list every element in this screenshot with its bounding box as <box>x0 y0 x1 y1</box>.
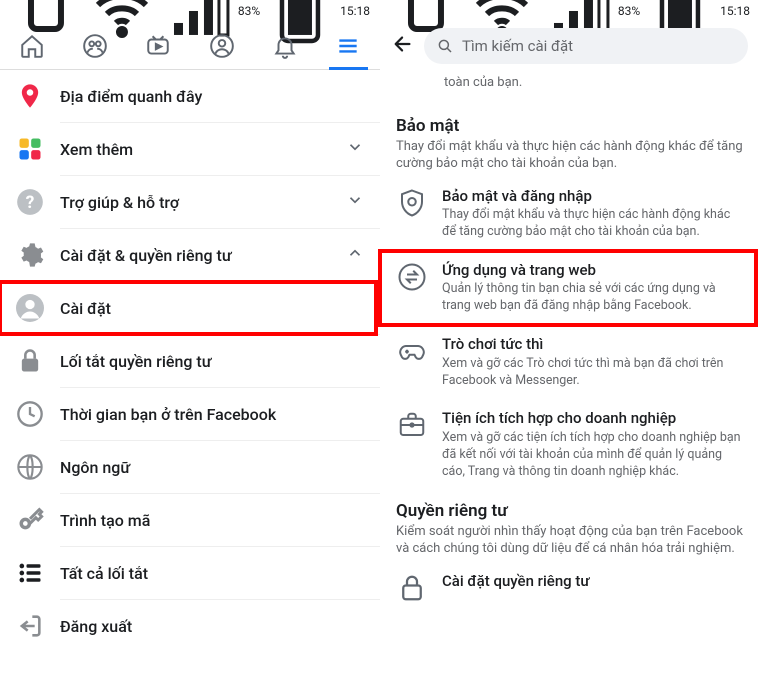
right-pane: 83% 15:18 Tìm kiếm cài đặt toàn của bạn.… <box>380 0 760 676</box>
menu-item-apps[interactable]: Xem thêm <box>0 123 380 175</box>
setting-row-title: Ứng dụng và trang web <box>442 261 744 281</box>
tab-watch[interactable] <box>127 22 190 69</box>
section-header: Bảo mậtThay đổi mật khẩu và thực hiện cá… <box>380 106 760 177</box>
menu-item-gear[interactable]: Cài đặt & quyền riêng tư <box>0 229 380 281</box>
battery-pct: 83% <box>618 4 640 18</box>
menu-item-clock[interactable]: Thời gian bạn ở trên Facebook <box>0 388 380 440</box>
lock-icon <box>16 347 44 375</box>
setting-row-lock2[interactable]: Cài đặt quyền riêng tư <box>380 562 760 614</box>
menu-item-key[interactable]: Trình tạo mã <box>0 494 380 546</box>
clock-time: 15:18 <box>720 4 750 18</box>
setting-row-title: Bảo mật và đăng nhập <box>442 187 744 207</box>
menu-item-label: Đăng xuất <box>60 617 364 636</box>
section-title: Quyền riêng tư <box>396 501 744 521</box>
logout-icon <box>16 612 44 640</box>
pin-icon <box>16 82 44 110</box>
setting-row-title: Cài đặt quyền riêng tư <box>442 572 744 592</box>
back-button[interactable] <box>392 33 414 59</box>
avatar-icon <box>16 294 44 322</box>
setting-row-shield[interactable]: Bảo mật và đăng nhậpThay đổi mật khẩu và… <box>380 177 760 251</box>
list-icon <box>16 559 44 587</box>
menu-item-lock[interactable]: Lối tắt quyền riêng tư <box>0 335 380 387</box>
swap-icon <box>396 261 428 293</box>
globe-icon <box>16 453 44 481</box>
search-input[interactable]: Tìm kiếm cài đặt <box>424 28 748 64</box>
chevron-down-icon <box>346 191 364 213</box>
setting-row-briefcase[interactable]: Tiện ích tích hợp cho doanh nghiệpXem và… <box>380 399 760 490</box>
search-placeholder: Tìm kiếm cài đặt <box>462 37 573 55</box>
gear-icon <box>16 241 44 269</box>
key-icon <box>16 506 44 534</box>
setting-row-title: Trò chơi tức thì <box>442 335 744 355</box>
gamepad-icon <box>396 335 428 367</box>
svg-text:?: ? <box>26 193 35 213</box>
setting-row-gamepad[interactable]: Trò chơi tức thìXem và gỡ các Trò chơi t… <box>380 325 760 399</box>
section-desc: Kiểm soát người nhìn thấy hoạt động của … <box>396 523 744 558</box>
menu-item-list[interactable]: Tất cả lối tắt <box>0 547 380 599</box>
section-header: Quyền riêng tưKiểm soát người nhìn thấy … <box>380 491 760 562</box>
left-pane: 83% 15:18 Địa điểm quanh đây Xem thêm? Trợ… <box>0 0 380 676</box>
setting-row-desc: Xem và gỡ các tiện ích tích hợp cho doan… <box>442 430 744 481</box>
tab-notifications[interactable] <box>253 22 316 69</box>
search-icon <box>436 37 454 55</box>
partial-desc-tail: toàn của bạn. <box>380 70 760 106</box>
menu-item-label: Xem thêm <box>60 140 330 159</box>
tab-profile[interactable] <box>190 22 253 69</box>
setting-row-swap[interactable]: Ứng dụng và trang webQuản lý thông tin b… <box>380 251 760 325</box>
menu-item-pin[interactable]: Địa điểm quanh đây <box>0 70 380 122</box>
setting-row-desc: Thay đổi mật khẩu và thực hiện các hành … <box>442 207 744 241</box>
apps-icon <box>16 135 44 163</box>
setting-row-desc: Quản lý thông tin bạn chia sẻ với các ứn… <box>442 281 744 315</box>
battery-pct: 83% <box>238 4 260 18</box>
chevron-up-icon <box>346 244 364 266</box>
menu-item-label: Cài đặt & quyền riêng tư <box>60 246 330 265</box>
tab-bar <box>0 22 380 70</box>
menu-item-avatar[interactable]: Cài đặt <box>0 282 380 334</box>
tab-home[interactable] <box>0 22 63 69</box>
menu-item-logout[interactable]: Đăng xuất <box>0 600 380 652</box>
section-title: Bảo mật <box>396 116 744 136</box>
shield-icon <box>396 187 428 219</box>
tab-groups[interactable] <box>63 22 126 69</box>
menu-item-help[interactable]: ? Trợ giúp & hỗ trợ <box>0 176 380 228</box>
menu-item-label: Cài đặt <box>60 299 364 318</box>
menu-item-label: Trình tạo mã <box>60 511 364 530</box>
menu-item-label: Thời gian bạn ở trên Facebook <box>60 405 364 424</box>
menu-item-label: Tất cả lối tắt <box>60 564 364 583</box>
search-row: Tìm kiếm cài đặt <box>380 22 760 70</box>
lock2-icon <box>396 572 428 604</box>
section-desc: Thay đổi mật khẩu và thực hiện các hành … <box>396 138 744 173</box>
chevron-down-icon <box>346 138 364 160</box>
setting-row-title: Tiện ích tích hợp cho doanh nghiệp <box>442 409 744 429</box>
clock-icon <box>16 400 44 428</box>
menu-list: Địa điểm quanh đây Xem thêm? Trợ giúp & hỗ… <box>0 70 380 676</box>
status-bar-right: 83% 15:18 <box>380 0 760 22</box>
status-bar: 83% 15:18 <box>0 0 380 22</box>
help-icon: ? <box>16 188 44 216</box>
briefcase-icon <box>396 409 428 441</box>
settings-content: toàn của bạn. Bảo mậtThay đổi mật khẩu v… <box>380 70 760 676</box>
clock-time: 15:18 <box>340 4 370 18</box>
menu-item-label: Ngôn ngữ <box>60 458 364 477</box>
setting-row-desc: Xem và gỡ các Trò chơi tức thì mà bạn đã… <box>442 356 744 390</box>
tab-menu[interactable] <box>317 22 380 69</box>
menu-item-label: Địa điểm quanh đây <box>60 87 364 106</box>
menu-item-globe[interactable]: Ngôn ngữ <box>0 441 380 493</box>
menu-item-label: Lối tắt quyền riêng tư <box>60 352 364 371</box>
menu-item-label: Trợ giúp & hỗ trợ <box>60 193 330 212</box>
